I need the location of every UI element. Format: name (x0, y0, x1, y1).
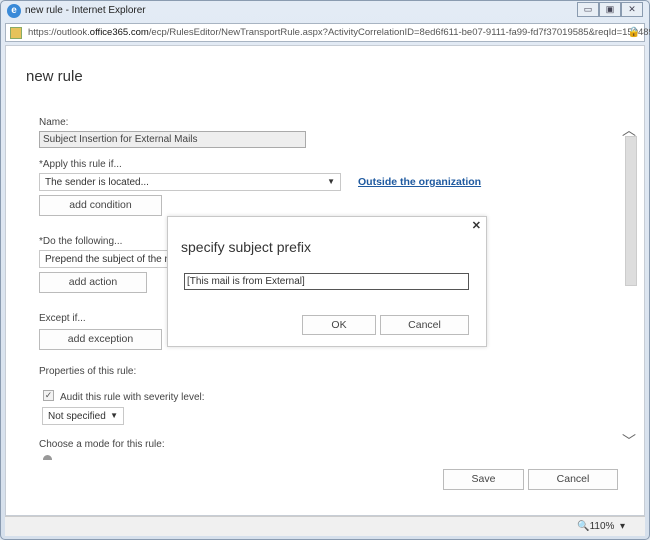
do-label: *Do the following... (39, 236, 123, 247)
url-domain: office365.com (89, 27, 149, 38)
audit-label: Audit this rule with severity level: (60, 392, 205, 403)
subject-prefix-input[interactable]: [This mail is from External] (184, 273, 469, 290)
apply-value: The sender is located... (45, 177, 149, 188)
ok-button[interactable]: OK (302, 315, 376, 335)
mode-label: Choose a mode for this rule: (39, 439, 165, 450)
except-label: Except if... (39, 313, 86, 324)
page-title: new rule (26, 68, 83, 85)
close-window-button[interactable]: ✕ (621, 2, 643, 17)
apply-condition-select[interactable]: The sender is located... ▼ (39, 173, 341, 191)
dialog-title: specify subject prefix (181, 239, 311, 255)
close-dialog-icon[interactable]: ✕ (472, 219, 481, 232)
maximize-button[interactable]: ▣ (599, 2, 621, 17)
outside-organization-link[interactable]: Outside the organization (358, 176, 481, 188)
zoom-icon: 🔍 (577, 521, 590, 532)
save-button[interactable]: Save (443, 469, 524, 490)
zoom-level: 110% (589, 521, 615, 532)
name-input[interactable]: Subject Insertion for External Mails (39, 131, 306, 148)
chevron-down-icon: ▼ (110, 411, 118, 420)
title-bar: e new rule - Internet Explorer ▭ ▣ ✕ (1, 1, 649, 21)
mode-radio[interactable] (43, 455, 52, 460)
browser-window: e new rule - Internet Explorer ▭ ▣ ✕ htt… (0, 0, 650, 540)
url-path: /ecp/RulesEditor/NewTransportRule.aspx?A… (148, 27, 650, 38)
dialog-cancel-button[interactable]: Cancel (380, 315, 469, 335)
add-exception-button[interactable]: add exception (39, 329, 162, 350)
status-bar: 🔍110% ▾ (5, 516, 645, 536)
cancel-button[interactable]: Cancel (528, 469, 618, 490)
lock-icon: 🔒 (627, 27, 640, 38)
zoom-control[interactable]: 🔍110% ▾ (577, 521, 625, 532)
chevron-down-icon: ▼ (327, 177, 335, 186)
apply-label: *Apply this rule if... (39, 159, 122, 170)
add-condition-button[interactable]: add condition (39, 195, 162, 216)
subject-prefix-dialog: ✕ specify subject prefix [This mail is f… (167, 216, 487, 347)
scroll-thumb[interactable] (625, 136, 637, 286)
scroll-up-icon[interactable]: ︿ (622, 120, 636, 140)
minimize-button[interactable]: ▭ (577, 2, 599, 17)
properties-label: Properties of this rule: (39, 366, 137, 377)
scrollbar[interactable] (624, 124, 638, 444)
name-label: Name: (39, 117, 69, 128)
add-action-button[interactable]: add action (39, 272, 147, 293)
scroll-down-icon[interactable]: ﹀ (622, 431, 636, 451)
address-bar[interactable]: https://outlook.office365.com/ecp/RulesE… (5, 23, 650, 42)
ie-logo-icon: e (7, 4, 21, 18)
audit-checkbox[interactable]: ✓ (43, 390, 54, 401)
window-title: new rule - Internet Explorer (25, 5, 146, 16)
severity-value: Not specified (48, 411, 106, 422)
action-select[interactable]: Prepend the subject of the m (39, 250, 179, 268)
page-icon (10, 27, 22, 39)
page-content: new rule Name: Subject Insertion for Ext… (5, 45, 645, 516)
severity-select[interactable]: Not specified ▼ (42, 407, 124, 425)
url-prefix: https://outlook. (28, 27, 90, 38)
